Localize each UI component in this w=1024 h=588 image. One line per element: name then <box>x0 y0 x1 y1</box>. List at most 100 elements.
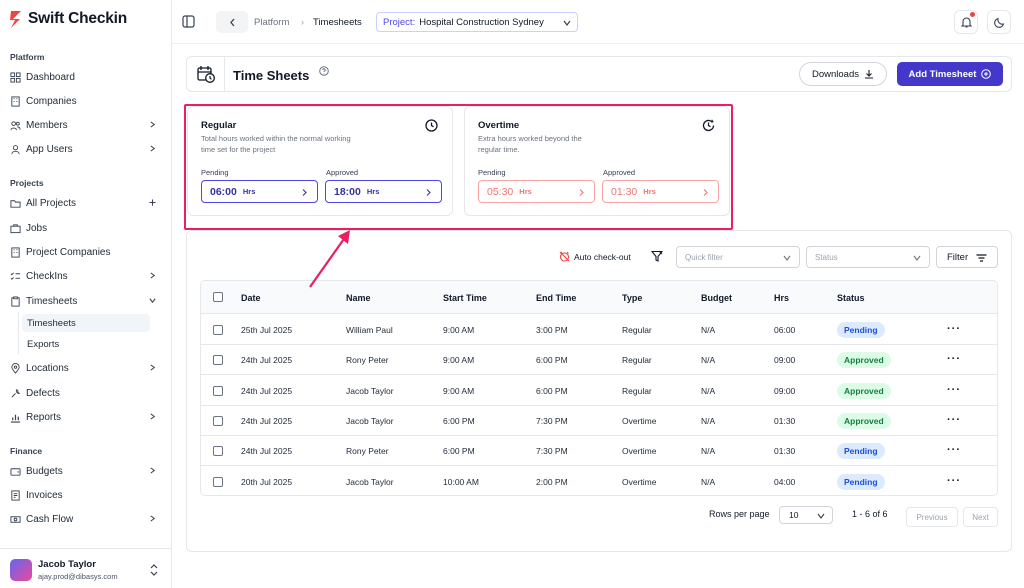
theme-toggle-button[interactable] <box>987 10 1011 34</box>
table-row[interactable]: 24th Jul 2025 Rony Peter 9:00 AM 6:00 PM Reg… <box>201 345 997 376</box>
sidebar-item-jobs[interactable]: Jobs <box>10 218 160 238</box>
sidebar-item-all-projects[interactable]: All Projects <box>10 193 160 213</box>
cell-budget: N/A <box>701 355 716 366</box>
table-row[interactable]: 24th Jul 2025 Rony Peter 6:00 PM 7:30 PM Ove… <box>201 436 997 467</box>
row-actions-icon[interactable]: ··· <box>947 444 961 456</box>
table-row[interactable]: 24th Jul 2025 Jacob Taylor 9:00 AM 6:00 PM R… <box>201 376 997 406</box>
cell-budget: N/A <box>701 325 716 335</box>
cell-hrs: 01:30 <box>774 415 796 426</box>
project-select[interactable]: Project: Hospital Construction Sydney <box>376 12 578 32</box>
chevron-down-icon <box>783 255 791 261</box>
sidebar-item-defects[interactable]: Defects <box>10 383 160 403</box>
annotation-arrow-icon <box>309 230 350 288</box>
plus-circle-icon <box>981 69 992 79</box>
row-checkbox[interactable] <box>213 325 223 335</box>
sidebar-item-timesheets[interactable]: Timesheets <box>10 291 160 311</box>
cash-icon <box>10 515 21 523</box>
rows-per-page-select[interactable]: 10 <box>779 506 833 524</box>
users-icon <box>10 120 21 130</box>
cell-name: Rony Peter <box>346 446 389 457</box>
table-row[interactable]: 20th Jul 2025 Jacob Taylor 10:00 AM 2:00 PM… <box>201 467 997 496</box>
brand[interactable]: Swift Checkin <box>8 9 127 29</box>
plus-icon[interactable] <box>149 199 156 206</box>
cell-date: 24th Jul 2025 <box>241 355 293 366</box>
sidebar-item-companies[interactable]: Companies <box>10 91 160 111</box>
breadcrumb-platform[interactable]: Platform <box>254 17 289 28</box>
notifications-button[interactable] <box>954 10 978 34</box>
status-select[interactable]: Status <box>806 246 930 268</box>
status-badge: Approved <box>837 382 891 399</box>
column-header[interactable]: Status <box>837 293 865 303</box>
row-actions-icon[interactable]: ··· <box>947 475 961 487</box>
cell-end-time: 2:00 PM <box>536 476 568 487</box>
column-header[interactable]: Budget <box>701 293 732 303</box>
sidebar-item-dashboard[interactable]: Dashboard <box>10 67 160 87</box>
sidebar-item-label: CheckIns <box>26 270 68 282</box>
chevron-down-icon <box>817 513 825 519</box>
column-header[interactable]: End Time <box>536 293 576 303</box>
downloads-button[interactable]: Downloads <box>799 62 887 86</box>
sidebar-item-cash-flow[interactable]: Cash Flow <box>10 509 160 529</box>
sidebar-item-locations[interactable]: Locations <box>10 358 160 378</box>
section-platform: Platform <box>10 52 45 62</box>
row-checkbox[interactable] <box>213 446 223 457</box>
project-select-label: Project: <box>383 16 416 28</box>
column-header[interactable]: Date <box>241 293 261 303</box>
sidebar-item-members[interactable]: Members <box>10 115 160 135</box>
add-timesheet-button[interactable]: Add Timesheet <box>897 62 1003 86</box>
status-placeholder: Status <box>815 252 838 262</box>
cell-date: 20th Jul 2025 <box>241 476 293 487</box>
sub-item-exports[interactable]: Exports <box>22 335 150 353</box>
auto-checkout-label: Auto check-out <box>574 251 631 262</box>
row-actions-icon[interactable]: ··· <box>947 414 961 426</box>
filter-button[interactable]: Filter <box>936 246 998 268</box>
row-actions-icon[interactable]: ··· <box>947 384 961 396</box>
row-checkbox[interactable] <box>213 476 223 487</box>
user-menu[interactable]: Jacob Taylor ajay.prod@dibasys.com <box>0 548 171 588</box>
row-checkbox[interactable] <box>213 415 223 426</box>
sidebar-item-project-companies[interactable]: Project Companies <box>10 242 160 262</box>
select-all-checkbox[interactable] <box>213 292 223 302</box>
cell-start-time: 6:00 PM <box>443 446 475 457</box>
sidebar-item-reports[interactable]: Reports <box>10 407 160 427</box>
row-actions-icon[interactable]: ··· <box>947 353 961 365</box>
page-icon-box <box>187 57 225 91</box>
folder-icon <box>10 199 21 208</box>
row-checkbox[interactable] <box>213 385 223 396</box>
help-icon[interactable] <box>319 66 329 76</box>
cell-date: 24th Jul 2025 <box>241 446 293 457</box>
cell-name: Jacob Taylor <box>346 415 394 426</box>
column-header[interactable]: Name <box>346 293 371 303</box>
sidebar-item-label: Cash Flow <box>26 513 74 525</box>
column-header[interactable]: Start Time <box>443 293 487 303</box>
sidebar-item-invoices[interactable]: Invoices <box>10 485 160 505</box>
column-header[interactable]: Type <box>622 293 642 303</box>
map-pin-icon <box>11 362 20 374</box>
sidebar-item-app-users[interactable]: App Users <box>10 139 160 159</box>
cell-budget: N/A <box>701 415 716 426</box>
status-badge: Approved <box>837 412 891 429</box>
back-button[interactable] <box>216 11 248 33</box>
next-button[interactable]: Next <box>963 507 998 527</box>
auto-checkout-button[interactable]: Auto check-out <box>559 251 631 262</box>
grid-icon <box>10 71 21 83</box>
previous-button[interactable]: Previous <box>906 507 958 527</box>
cell-budget: N/A <box>701 476 716 487</box>
logo-icon <box>10 11 21 28</box>
sidebar-item-budgets[interactable]: Budgets <box>10 461 160 481</box>
column-header[interactable]: Hrs <box>774 293 789 303</box>
filter-off-icon[interactable] <box>651 250 663 262</box>
cell-name: Jacob Taylor <box>346 385 394 396</box>
sidebar-item-checkins[interactable]: CheckIns <box>10 266 160 286</box>
quick-filter-select[interactable]: Quick filter <box>676 246 800 268</box>
user-name: Jacob Taylor <box>38 559 96 570</box>
row-actions-icon[interactable]: ··· <box>947 323 961 335</box>
row-checkbox[interactable] <box>213 355 223 366</box>
table-row[interactable]: 24th Jul 2025 Jacob Taylor 6:00 PM 7:30 PM O… <box>201 406 997 436</box>
cell-type: Overtime <box>622 476 657 487</box>
table-row[interactable]: 25th Jul 2025 William Paul 9:00 AM 3:00 PM R… <box>201 315 997 345</box>
cell-date: 25th Jul 2025 <box>241 325 293 335</box>
sidebar-toggle-icon[interactable] <box>182 15 195 28</box>
sub-item-timesheets[interactable]: Timesheets <box>22 314 150 332</box>
moon-icon <box>993 17 1004 28</box>
